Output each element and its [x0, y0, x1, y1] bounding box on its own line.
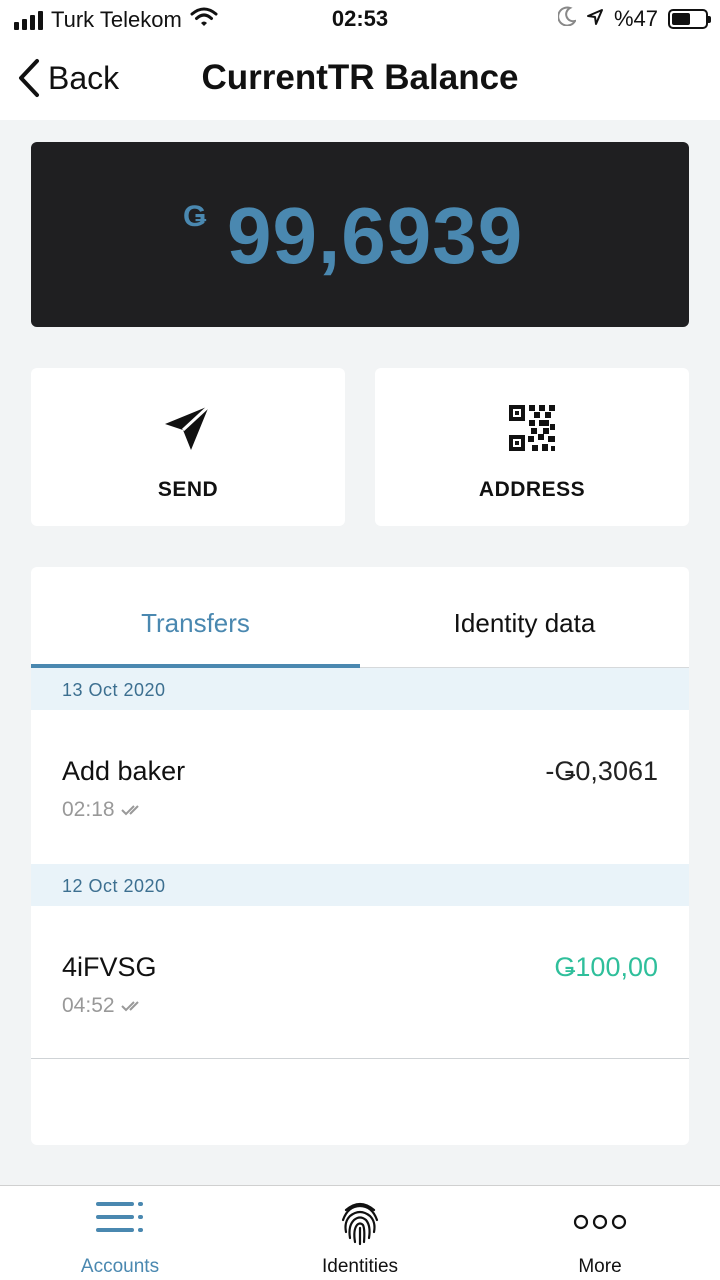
double-check-icon — [120, 805, 139, 816]
bottom-nav: Accounts Identities More — [0, 1185, 720, 1280]
list-divider — [31, 1058, 689, 1059]
address-label: ADDRESS — [478, 478, 586, 501]
double-check-icon — [120, 1001, 139, 1012]
transaction-row[interactable]: Add baker -Ǥ0,3061 02:18 — [31, 710, 689, 862]
page-title: CurrentTR Balance — [201, 58, 519, 97]
send-plane-icon — [165, 404, 211, 450]
transaction-amount: Ǥ100,00 — [554, 952, 658, 982]
transaction-time: 02:18 — [62, 798, 115, 821]
tab-bar: Transfers Identity data — [31, 567, 689, 668]
date-header: 12 Oct 2020 — [31, 864, 689, 906]
menu-lines-icon — [96, 1202, 143, 1232]
transactions-panel: Transfers Identity data 13 Oct 2020 Add … — [31, 567, 689, 1145]
tab-identity-data[interactable]: Identity data — [360, 567, 689, 668]
nav-header: Back CurrentTR Balance — [0, 40, 720, 120]
nav-accounts-label: Accounts — [80, 1256, 160, 1277]
transaction-name: Add baker — [62, 756, 186, 786]
nav-identities[interactable]: Identities — [240, 1186, 480, 1280]
balance-card: Ǥ 99,6939 — [31, 142, 689, 327]
tab-transfers[interactable]: Transfers — [31, 567, 360, 668]
transaction-name: 4iFVSG — [62, 952, 157, 982]
send-button[interactable]: SEND — [31, 368, 345, 526]
nav-identities-label: Identities — [321, 1256, 399, 1277]
qr-code-icon — [509, 405, 555, 451]
battery-percent: %47 — [613, 6, 658, 31]
transaction-time: 04:52 — [62, 994, 115, 1017]
transaction-time-row: 02:18 — [62, 798, 143, 822]
balance-amount: 99,6939 — [227, 191, 524, 280]
more-dots-icon — [573, 1214, 627, 1230]
balance-currency-symbol: Ǥ — [183, 200, 207, 233]
transaction-time-row: 04:52 — [62, 994, 143, 1018]
status-right: %47 — [557, 6, 711, 32]
transaction-amount: -Ǥ0,3061 — [545, 756, 658, 786]
fingerprint-icon — [341, 1202, 379, 1246]
nav-accounts[interactable]: Accounts — [0, 1186, 240, 1280]
date-header: 13 Oct 2020 — [31, 668, 689, 710]
status-bar: Turk Telekom 02:53 %47 — [0, 0, 720, 40]
transaction-row[interactable]: 4iFVSG Ǥ100,00 04:52 — [31, 906, 689, 1058]
address-button[interactable]: ADDRESS — [375, 368, 689, 526]
nav-more-label: More — [578, 1256, 622, 1277]
moon-icon — [557, 6, 578, 32]
send-label: SEND — [157, 478, 219, 501]
battery-icon — [668, 9, 711, 29]
location-icon — [586, 6, 604, 32]
nav-more[interactable]: More — [480, 1186, 720, 1280]
